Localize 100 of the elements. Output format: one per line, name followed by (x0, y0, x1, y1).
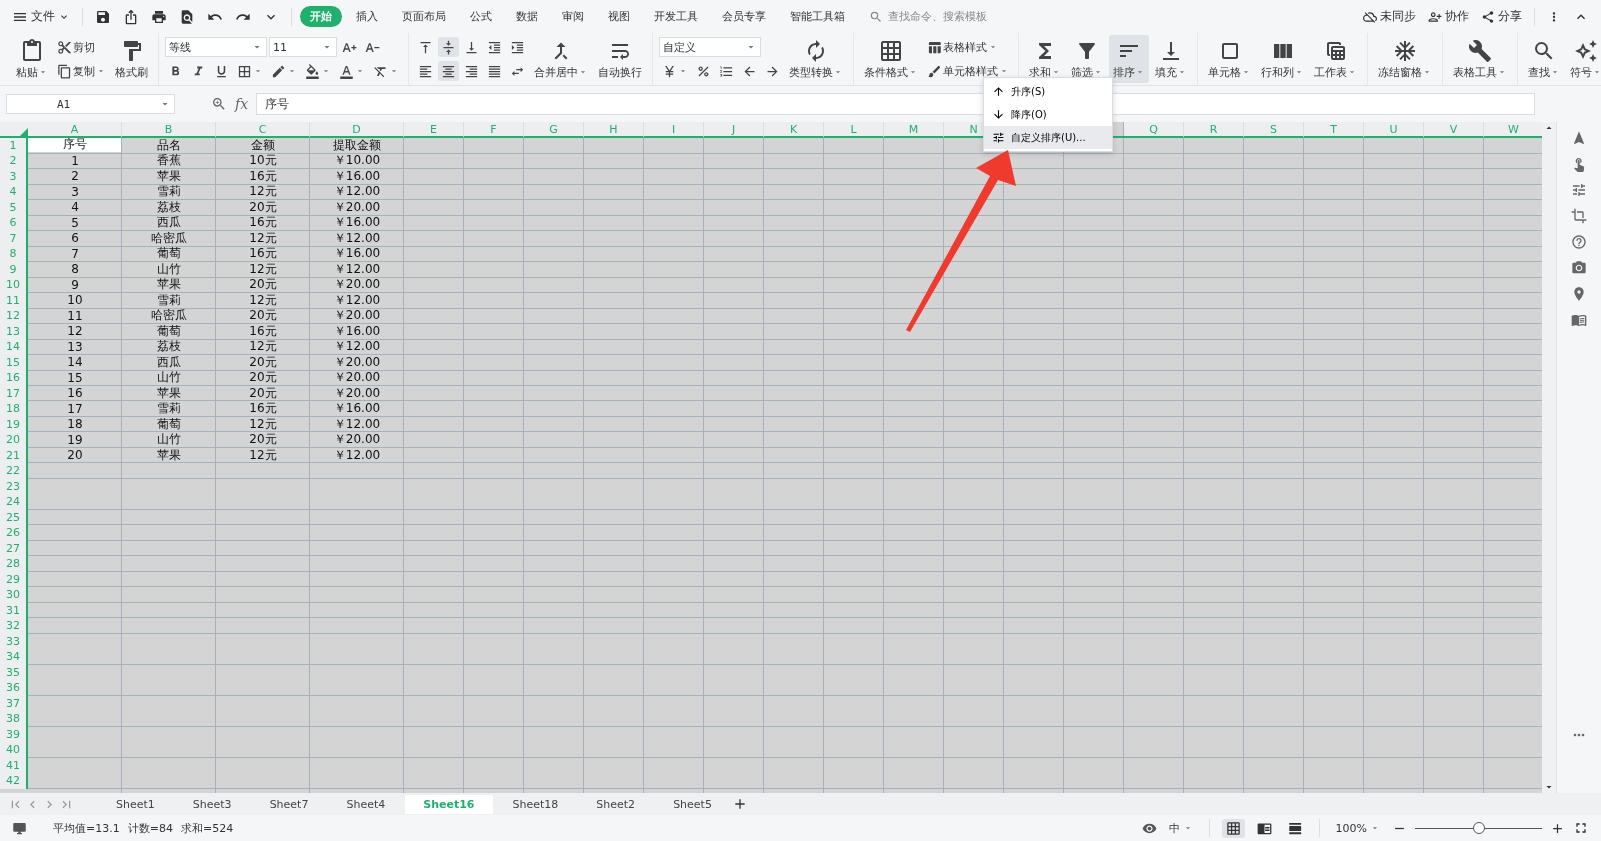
monitor-icon[interactable] (12, 820, 27, 836)
row-header[interactable]: 26 (0, 525, 28, 541)
row-header[interactable]: 16 (0, 370, 28, 386)
tool-button[interactable] (438, 37, 459, 57)
zoom-level[interactable]: 100% (1331, 819, 1384, 837)
title-action[interactable]: 未同步 (1359, 6, 1420, 27)
column-header[interactable]: W (1484, 122, 1542, 138)
ribbon-button[interactable]: 求和 (1025, 35, 1065, 83)
menu-tab[interactable]: 插入 (346, 6, 388, 27)
menu-tab[interactable]: 会员专享 (712, 6, 776, 27)
ribbon-button[interactable]: 复制 (54, 61, 109, 81)
book-icon[interactable] (1571, 312, 1587, 328)
command-search[interactable]: 查找命令、搜索模板 (869, 9, 1020, 24)
cursor-icon[interactable] (1571, 130, 1587, 146)
ribbon-button[interactable]: 表格样式 (924, 37, 1001, 57)
row-header[interactable]: 8 (0, 246, 28, 262)
sheet-tab[interactable]: Sheet18 (494, 794, 577, 814)
column-header[interactable]: B (122, 122, 216, 138)
row-header[interactable]: 40 (0, 742, 28, 758)
column-header[interactable]: A (28, 122, 122, 138)
sheet-tab[interactable]: Sheet16 (405, 794, 493, 814)
column-header[interactable]: I (644, 122, 704, 138)
menu-item[interactable]: 升序(S) (984, 80, 1112, 103)
fullscreen-icon[interactable] (1573, 820, 1589, 836)
row-header[interactable]: 30 (0, 587, 28, 603)
row-header[interactable]: 18 (0, 401, 28, 417)
menu-tab[interactable]: 审阅 (552, 6, 594, 27)
column-header[interactable]: V (1424, 122, 1484, 138)
sheet-tab[interactable]: Sheet2 (578, 794, 654, 814)
menu-tab[interactable]: 视图 (598, 6, 640, 27)
sheet-tab[interactable]: Sheet5 (655, 794, 730, 814)
row-header[interactable]: 42 (0, 773, 28, 789)
menu-tab[interactable]: 公式 (460, 6, 502, 27)
title-action[interactable]: 协作 (1424, 6, 1473, 27)
ribbon-button[interactable]: 冻结窗格 (1374, 35, 1436, 83)
sheet-tab[interactable]: Sheet1 (98, 794, 173, 814)
column-header[interactable]: E (404, 122, 464, 138)
row-header[interactable]: 2 (0, 153, 28, 169)
column-header[interactable]: T (1304, 122, 1364, 138)
dropdown-field[interactable]: 11 (269, 37, 337, 57)
pin-icon[interactable] (1571, 286, 1587, 302)
ribbon-button[interactable]: 自动换行 (594, 35, 646, 83)
ribbon-button[interactable]: 排序 (1109, 35, 1149, 83)
row-header[interactable]: 20 (0, 432, 28, 448)
column-header[interactable]: U (1364, 122, 1424, 138)
title-action[interactable]: 分享 (1477, 6, 1526, 27)
menu-item[interactable]: 自定义排序(U)... (984, 126, 1112, 149)
menu-tab[interactable]: 开发工具 (644, 6, 708, 27)
ribbon-button[interactable]: 条件格式 (860, 35, 922, 83)
ribbon-button[interactable]: 单元格 (1204, 35, 1255, 83)
column-header[interactable]: F (464, 122, 524, 138)
ribbon-button[interactable]: 类型转换 (785, 35, 847, 83)
row-header[interactable]: 22 (0, 463, 28, 479)
row-header[interactable]: 10 (0, 277, 28, 293)
file-menu[interactable]: 文件 (8, 6, 74, 27)
row-header[interactable]: 6 (0, 215, 28, 231)
ribbon-button[interactable]: 合并居中 (530, 35, 592, 83)
column-header[interactable]: K (764, 122, 824, 138)
row-header[interactable]: 32 (0, 618, 28, 634)
camera-icon[interactable] (1571, 260, 1587, 276)
ribbon-button[interactable]: 剪切 (54, 37, 98, 57)
column-header[interactable]: G (524, 122, 584, 138)
ribbon-button[interactable]: 格式刷 (111, 35, 152, 83)
function-label[interactable]: fx (235, 96, 249, 112)
ribbon-button[interactable]: 筛选 (1067, 35, 1107, 83)
menu-tab[interactable]: 页面布局 (392, 6, 456, 27)
help-icon[interactable] (1571, 234, 1587, 250)
row-header[interactable]: 38 (0, 711, 28, 727)
column-header[interactable]: L (824, 122, 884, 138)
row-header[interactable]: 12 (0, 308, 28, 324)
row-header[interactable]: 4 (0, 184, 28, 200)
ribbon-button[interactable]: 工作表 (1310, 35, 1361, 83)
menu-item[interactable]: 降序(O) (984, 103, 1112, 126)
row-header[interactable]: 34 (0, 649, 28, 665)
column-header[interactable]: M (884, 122, 944, 138)
input-method-button[interactable]: 中 (1164, 818, 1197, 838)
ribbon-button[interactable]: 查找 (1524, 35, 1564, 83)
ribbon-button[interactable]: 粘贴 (12, 35, 52, 83)
tool-button[interactable] (438, 61, 459, 81)
row-header[interactable]: 14 (0, 339, 28, 355)
ribbon-button[interactable]: 符号 (1566, 35, 1601, 83)
zoom-icon[interactable] (211, 96, 227, 112)
column-header[interactable]: J (704, 122, 764, 138)
ribbon-button[interactable]: 行和列 (1257, 35, 1308, 83)
name-box[interactable]: A1 (6, 94, 175, 114)
row-header[interactable]: 28 (0, 556, 28, 572)
dropdown-field[interactable]: 自定义 (659, 37, 761, 57)
column-header[interactable]: D (310, 122, 404, 138)
menu-tab[interactable]: 开始 (300, 6, 342, 27)
menu-tab[interactable]: 智能工具箱 (780, 6, 855, 27)
scrollbar[interactable] (1542, 122, 1556, 793)
column-header[interactable]: C (216, 122, 310, 138)
sliders-icon[interactable] (1571, 182, 1587, 198)
row-header[interactable]: 24 (0, 494, 28, 510)
column-header[interactable]: S (1244, 122, 1304, 138)
ribbon-button[interactable]: 填充 (1151, 35, 1191, 83)
column-header[interactable]: Q (1124, 122, 1184, 138)
ribbon-button[interactable]: 单元格样式 (924, 61, 1012, 81)
dropdown-field[interactable]: 等线 (165, 37, 267, 57)
normal-view-button[interactable] (1221, 818, 1245, 838)
